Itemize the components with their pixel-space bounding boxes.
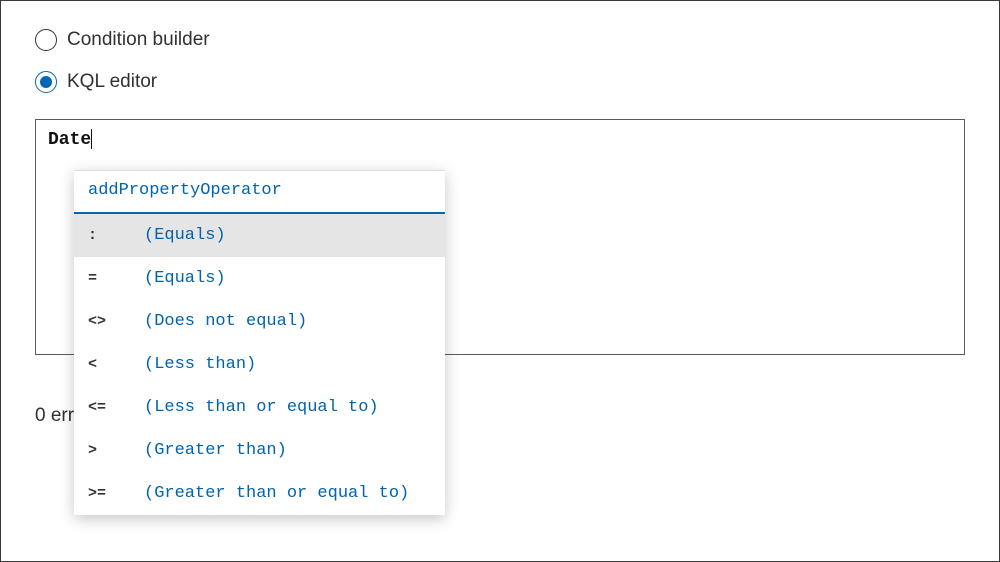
operator-symbol: < <box>88 356 144 373</box>
operator-desc: (Does not equal) <box>144 312 307 331</box>
autocomplete-item-equals[interactable]: = (Equals) <box>74 257 445 300</box>
mode-radio-group: Condition builder KQL editor <box>35 29 965 93</box>
operator-desc: (Greater than or equal to) <box>144 484 409 503</box>
autocomplete-item-less-than[interactable]: < (Less than) <box>74 343 445 386</box>
autocomplete-header: addPropertyOperator <box>74 171 445 214</box>
operator-symbol: <= <box>88 399 144 416</box>
autocomplete-item-not-equal[interactable]: <> (Does not equal) <box>74 300 445 343</box>
autocomplete-item-greater-than[interactable]: > (Greater than) <box>74 429 445 472</box>
operator-symbol: > <box>88 442 144 459</box>
radio-label: KQL editor <box>67 71 157 93</box>
autocomplete-item-colon-equals[interactable]: : (Equals) <box>74 214 445 257</box>
radio-icon <box>35 29 57 51</box>
operator-desc: (Less than or equal to) <box>144 398 379 417</box>
radio-icon-selected <box>35 71 57 93</box>
panel-frame: Condition builder KQL editor Date 0 erro… <box>0 0 1000 562</box>
autocomplete-popup: addPropertyOperator : (Equals) = (Equals… <box>74 170 445 515</box>
operator-symbol: = <box>88 270 144 287</box>
operator-symbol: >= <box>88 485 144 502</box>
operator-desc: (Equals) <box>144 269 226 288</box>
radio-label: Condition builder <box>67 29 210 51</box>
autocomplete-item-less-than-equal[interactable]: <= (Less than or equal to) <box>74 386 445 429</box>
editor-content: Date <box>48 130 91 150</box>
operator-symbol: : <box>88 227 144 244</box>
operator-desc: (Equals) <box>144 226 226 245</box>
operator-symbol: <> <box>88 313 144 330</box>
text-caret-icon <box>91 129 92 149</box>
radio-kql-editor[interactable]: KQL editor <box>35 71 965 93</box>
radio-condition-builder[interactable]: Condition builder <box>35 29 965 51</box>
autocomplete-item-greater-than-equal[interactable]: >= (Greater than or equal to) <box>74 472 445 515</box>
radio-dot-icon <box>40 76 52 88</box>
operator-desc: (Greater than) <box>144 441 287 460</box>
operator-desc: (Less than) <box>144 355 256 374</box>
